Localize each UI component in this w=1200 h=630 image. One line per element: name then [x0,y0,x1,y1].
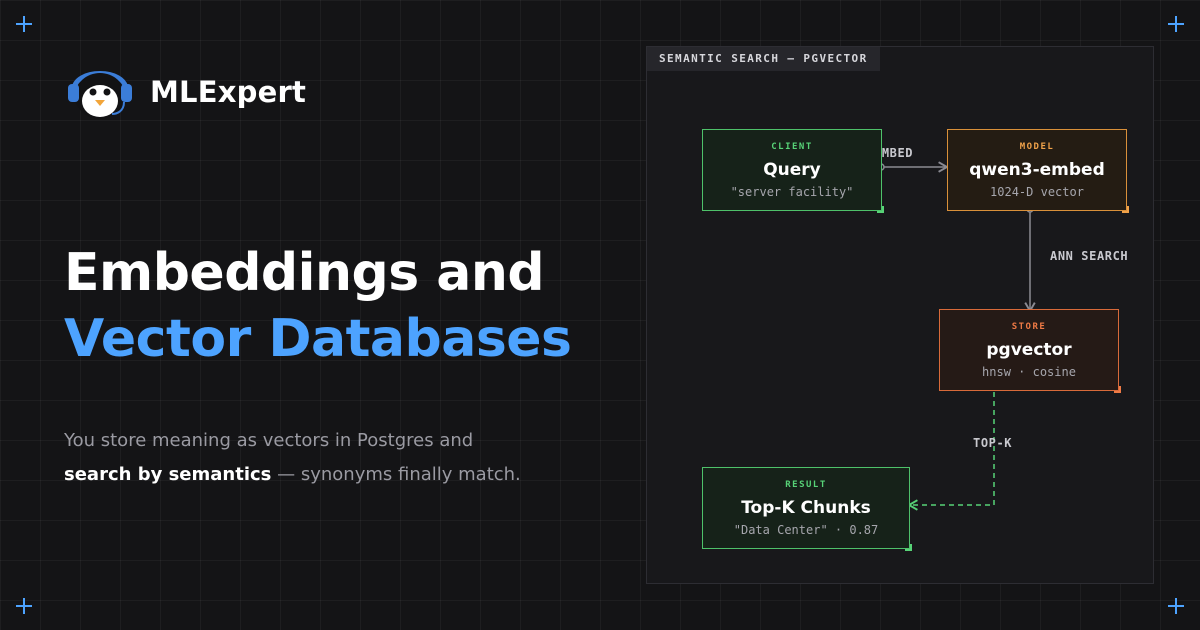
title-line-2: Vector Databases [64,309,572,369]
node-model[interactable]: MODEL qwen3-embed 1024-D vector [947,129,1129,213]
node-model-kind: MODEL [1019,142,1055,152]
node-model-detail: 1024-D vector [990,185,1084,199]
corner-plus-bottom-right-icon [1168,598,1184,614]
node-corner-icon [877,206,884,213]
node-model-name: qwen3-embed [969,160,1105,180]
node-result-name: Top-K Chunks [741,498,871,518]
edge-embed [877,161,949,173]
node-store[interactable]: STORE pgvector hnsw · cosine [939,309,1121,393]
corner-plus-top-left-icon [16,16,32,32]
node-store-kind: STORE [1011,322,1047,332]
brand-name: MLExpert [150,75,307,109]
subtitle-part-2: — synonyms finally match. [271,464,521,485]
edge-label-top-k: TOP-K [973,436,1013,450]
edge-ann-search [1024,205,1036,313]
node-corner-icon [1114,386,1121,393]
subtitle: You store meaning as vectors in Postgres… [64,424,564,492]
subtitle-part-1: You store meaning as vectors in Postgres… [64,430,474,451]
node-client[interactable]: CLIENT Query "server facility" [702,129,884,213]
penguin-logo-icon [64,56,136,128]
node-corner-icon [1122,206,1129,213]
title-line-1: Embeddings and [64,243,545,303]
node-result[interactable]: RESULT Top-K Chunks "Data Center" · 0.87 [702,467,912,551]
architecture-diagram: SEMANTIC SEARCH — PGVECTOR EMBED ANN SEA… [646,46,1154,584]
corner-plus-bottom-left-icon [16,598,32,614]
page-title: Embeddings and Vector Databases [64,240,572,372]
node-corner-icon [905,544,912,551]
node-result-detail: "Data Center" · 0.87 [733,523,879,537]
corner-plus-top-right-icon [1168,16,1184,32]
node-result-kind: RESULT [785,480,827,490]
node-store-name: pgvector [986,340,1072,360]
node-client-detail: "server facility" [730,185,854,199]
subtitle-emphasis: search by semantics [64,464,272,485]
node-client-name: Query [763,160,821,180]
node-store-detail: hnsw · cosine [982,365,1076,379]
edge-label-ann-search: ANN SEARCH [1050,249,1129,263]
brand-logo[interactable]: MLExpert [64,56,306,128]
node-client-kind: CLIENT [771,142,813,152]
